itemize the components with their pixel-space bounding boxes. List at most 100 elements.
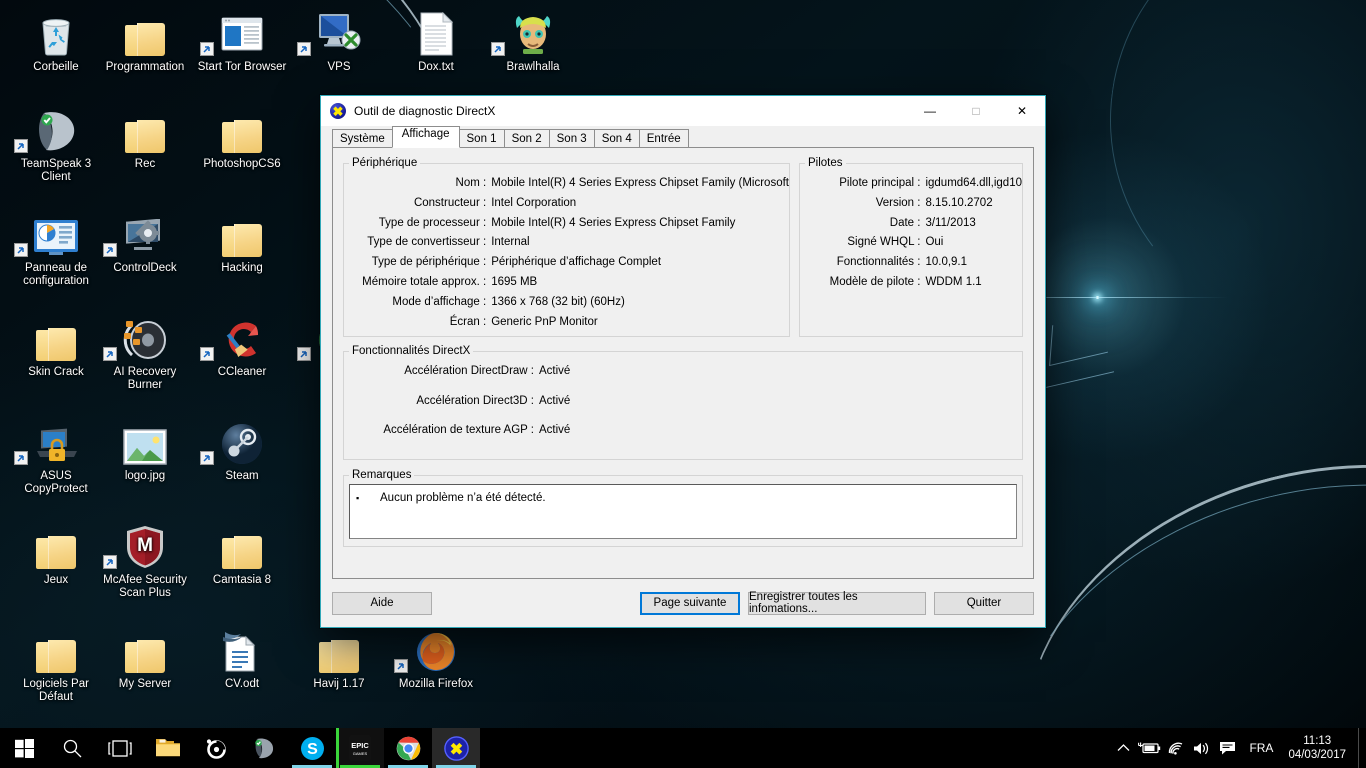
dxdiag-window[interactable]: ✖ Outil de diagnostic DirectX — □ ✕ Syst… [320,95,1046,628]
shortcut-arrow-icon [14,451,28,465]
info-value: Mobile Intel(R) 4 Series Express Chipset… [491,177,789,189]
info-label: Type de processeur : [378,216,487,229]
remarks-textarea[interactable]: ▪ Aucun problème n’a été détecté. [349,484,1017,539]
desktop-icon-dox-txt[interactable]: Dox.txt [388,8,484,74]
info-row: Version : 8.15.10.2702 [800,194,1022,214]
help-button[interactable]: Aide [332,591,432,615]
desktop-icon-photoshopcs6[interactable]: PhotoshopCS6 [194,105,290,171]
taskbar[interactable]: S EPIC GAMES ✖ FRA 11:13 04/03/2017 [0,728,1366,768]
tab-son-1[interactable]: Son 1 [458,129,505,148]
steelseries-engine-button[interactable] [192,728,240,768]
tab-son-2[interactable]: Son 2 [503,129,550,148]
desktop-icon-logo-jpg[interactable]: logo.jpg [97,417,193,483]
directx-icon: ✖ [443,735,469,761]
tab-entr-e[interactable]: Entrée [638,129,689,148]
quit-button[interactable]: Quitter [934,591,1034,615]
save-all-information-button[interactable]: Enregistrer toutes les infomations... [748,591,926,615]
desktop-icon-label: TeamSpeak 3 Client [20,158,92,183]
chevron-up-icon [1117,744,1130,751]
info-value: 8.15.10.2702 [925,196,993,209]
google-chrome-button[interactable] [384,728,432,768]
desktop-icon-asus-copyprotect[interactable]: ASUS CopyProtect [8,417,104,496]
desktop-icon-steam[interactable]: Steam [194,417,290,483]
desktop-icon-hacking[interactable]: Hacking [194,209,290,275]
desktop-icon-start-tor-browser[interactable]: Start Tor Browser [194,8,290,74]
desktop-icon-skin-crack[interactable]: Skin Crack [8,313,104,379]
clock[interactable]: 11:13 04/03/2017 [1282,734,1358,762]
desktop-icon-label: logo.jpg [124,470,166,482]
desktop-icon-ai-recovery-burner[interactable]: AI Recovery Burner [97,313,193,392]
skype-button[interactable]: S [288,728,336,768]
textfile-icon [388,8,484,56]
desktop-icon-brawlhalla[interactable]: Brawlhalla [485,8,581,74]
folder-icon [8,313,104,361]
desktop-icon-corbeille[interactable]: Corbeille [8,8,104,74]
info-label: Accélération Direct3D : [416,394,534,407]
folder-icon [156,739,180,757]
shortcut-arrow-icon [491,42,505,56]
epic-games-icon: EPIC GAMES [349,735,371,761]
info-row: Accélération de texture AGP : Activé [344,416,1022,446]
tab-affichage[interactable]: Affichage [391,126,460,148]
desktop-icon-my-server[interactable]: My Server [97,625,193,691]
battery-charging-icon[interactable] [1136,728,1162,768]
desktop-icon-vps[interactable]: VPS [291,8,387,74]
teamspeak-button[interactable] [240,728,288,768]
info-row: Écran : Generic PnP Monitor [344,313,789,333]
folder-icon [97,625,193,673]
info-label: Date : [889,216,921,229]
desktop-icon-ccleaner[interactable]: CCleaner [194,313,290,379]
volume-icon[interactable] [1188,728,1214,768]
desktop-icon-rec[interactable]: Rec [97,105,193,171]
desktop-icon-panneau-de-configuration[interactable]: Panneau de configuration [8,209,104,288]
info-value: Generic PnP Monitor [491,315,598,328]
teamspeak-icon [8,105,104,153]
device-group: Périphérique Nom : Mobile Intel(R) 4 Seri… [343,157,790,337]
task-view-button[interactable] [96,728,144,768]
recycle-icon [8,8,104,56]
window-title: Outil de diagnostic DirectX [354,104,496,118]
wifi-icon [1167,742,1183,755]
desktop-icon-label: Dox.txt [418,61,454,73]
minimize-button[interactable]: — [907,96,953,126]
folder-icon [194,209,290,257]
system-tray[interactable]: FRA 11:13 04/03/2017 [1110,728,1366,768]
drivers-group-legend: Pilotes [808,157,843,169]
desktop-icon-controldeck[interactable]: ControlDeck [97,209,193,275]
action-center-icon[interactable] [1214,728,1240,768]
clock-date: 04/03/2017 [1288,749,1346,761]
search-button[interactable] [48,728,96,768]
desktop-icon-havij-1-17[interactable]: Havij 1.17 [291,625,387,691]
desktop-icon-label: Steam [225,470,259,482]
desktop-icon-logiciels-par-d-faut[interactable]: Logiciels Par Défaut [8,625,104,704]
desktop-icon-cv-odt[interactable]: CV.odt [194,625,290,691]
file-explorer-button[interactable] [144,728,192,768]
start-button[interactable] [0,728,48,768]
folder-icon [194,521,290,569]
chrome-icon [396,736,420,760]
desktop-icon-programmation[interactable]: Programmation [97,8,193,74]
epic-games-button[interactable]: EPIC GAMES [336,728,384,768]
tab-syst-me[interactable]: Système [332,129,393,148]
wifi-icon[interactable] [1162,728,1188,768]
desktop-icon-camtasia-8[interactable]: Camtasia 8 [194,521,290,587]
info-row: Accélération Direct3D : Activé [344,387,1022,417]
window-titlebar[interactable]: ✖ Outil de diagnostic DirectX — □ ✕ [321,96,1045,126]
show-desktop-button[interactable] [1358,728,1366,768]
close-button[interactable]: ✕ [999,96,1045,126]
language-indicator[interactable]: FRA [1240,741,1282,755]
tab-bar[interactable]: Système Affichage Son 1 Son 2 Son 3 Son 4 Entr… [321,126,1045,148]
desktop-icon-teamspeak-3-client[interactable]: TeamSpeak 3 Client [8,105,104,184]
tab-son-4[interactable]: Son 4 [593,129,640,148]
desktop-icon-mcafee-security-scan-plus[interactable]: M McAfee Security Scan Plus [97,521,193,600]
show-hidden-icons-button[interactable] [1110,728,1136,768]
desktop-icon-mozilla-firefox[interactable]: Mozilla Firefox [388,625,484,691]
desktop-icon-jeux[interactable]: Jeux [8,521,104,587]
directx-diagnostic-button[interactable]: ✖ [432,728,480,768]
maximize-button[interactable]: □ [953,96,999,126]
next-page-button[interactable]: Page suivante [640,591,740,615]
tab-son-3[interactable]: Son 3 [548,129,595,148]
desktop-icon-label: Havij 1.17 [313,678,365,690]
info-value: Internal [491,236,530,249]
info-row: Accélération DirectDraw : Activé [344,357,1022,387]
